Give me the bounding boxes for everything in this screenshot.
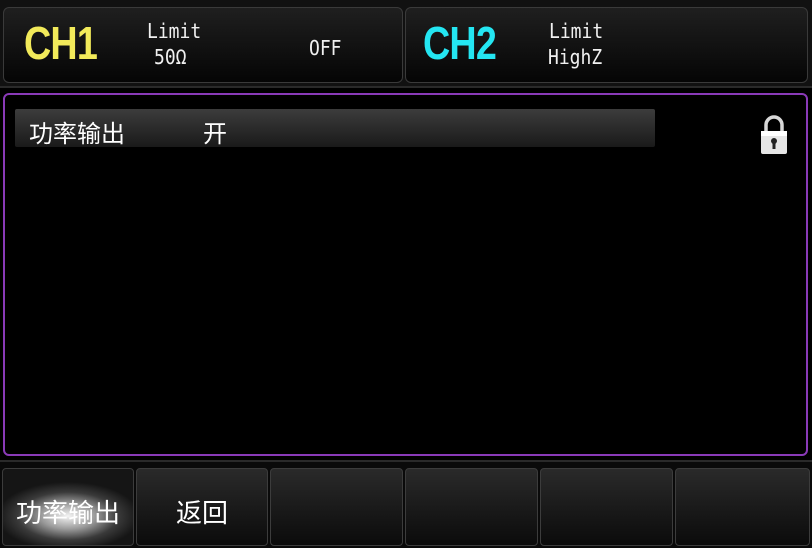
ch1-label: CH1 (24, 17, 98, 69)
softkey-6[interactable] (675, 468, 810, 546)
power-output-label: 功率输出 (29, 120, 125, 148)
main-panel: 功率输出 开 (3, 93, 808, 456)
softkey-3[interactable] (270, 468, 403, 546)
softkey-5[interactable] (540, 468, 673, 546)
ch1-output-state: OFF (309, 36, 342, 60)
softkey-label: 返回 (175, 499, 228, 529)
softkey-4[interactable] (405, 468, 538, 546)
ch1-status-panel[interactable]: CH1 Limit 50Ω OFF (3, 7, 403, 83)
ch2-label: CH2 (423, 17, 497, 69)
softkey-power-output[interactable]: 功率输出 (2, 468, 134, 546)
softkey-back[interactable]: 返回 (136, 468, 268, 546)
softkey-label: 功率输出 (15, 499, 120, 529)
lock-icon (761, 115, 787, 154)
power-output-value: 开 (203, 120, 227, 148)
ch2-impedance: HighZ (548, 45, 603, 69)
ch1-limit-label: Limit (147, 19, 202, 43)
ch2-status-panel[interactable]: CH2 Limit HighZ (405, 7, 808, 83)
ch1-impedance: 50Ω (154, 45, 187, 69)
channel-header: CH1 Limit 50Ω OFF CH2 Limit HighZ (0, 0, 812, 88)
ch2-limit-label: Limit (549, 19, 604, 43)
power-output-row[interactable]: 功率输出 开 (15, 109, 655, 148)
softkey-bar: 功率输出 返回 (0, 460, 812, 548)
